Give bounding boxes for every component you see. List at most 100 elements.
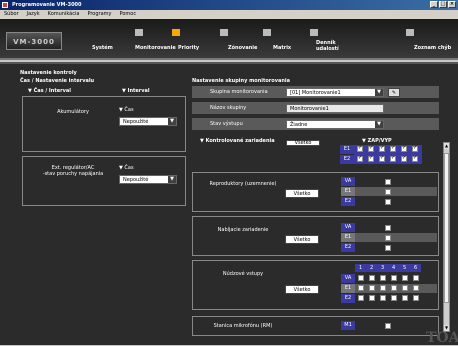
chevron-down-icon: ▼ — [168, 118, 176, 125]
minimize-icon[interactable]: _ — [430, 1, 438, 8]
checkbox[interactable] — [369, 275, 375, 281]
menu-help[interactable]: Pomoc — [120, 10, 137, 19]
menu-programs[interactable]: Programy — [87, 10, 111, 19]
mic-station-section: Stanica mikrofónu (RM) M1 — [192, 316, 439, 336]
speakers-section: Reproduktory (uzemnenie) Všetko VA E1 E2 — [192, 172, 439, 212]
checkbox-grid — [354, 145, 422, 164]
checkbox[interactable] — [390, 155, 396, 162]
checkbox[interactable] — [385, 245, 391, 251]
row-highlight — [355, 187, 437, 196]
output-state-select[interactable]: Žiadne ▼ — [286, 120, 384, 129]
checkbox[interactable] — [390, 145, 396, 152]
checkbox[interactable] — [380, 275, 386, 281]
checkbox[interactable] — [413, 295, 419, 301]
checkbox[interactable] — [401, 155, 407, 162]
checkbox[interactable] — [385, 179, 391, 185]
row-tag-e2: E2 — [341, 197, 355, 206]
checkbox[interactable] — [379, 155, 385, 162]
checkbox[interactable] — [391, 285, 397, 291]
checkbox[interactable] — [413, 275, 419, 281]
speakers-label: Reproduktory (uzemnenie) — [209, 181, 277, 187]
window-titlebar: Programovanie VM-3000 _ □ × — [0, 0, 458, 10]
row-highlight — [355, 233, 437, 242]
scroll-up-icon[interactable]: ▲ — [444, 143, 449, 149]
output-label: Stav výstupu — [210, 121, 243, 127]
scroll-thumb[interactable] — [444, 153, 449, 303]
menu-communication[interactable]: Komunikácia — [48, 10, 80, 19]
checkbox[interactable] — [358, 295, 364, 301]
tab-indicator-active — [172, 29, 180, 36]
checkbox[interactable] — [385, 235, 391, 241]
speakers-all-button[interactable]: Všetko — [285, 189, 319, 198]
name-label: Názov skupiny — [210, 105, 247, 111]
emergency-inputs-section: Núdzové vstupy Všetko 1 2 3 4 5 6 VA E1 … — [192, 260, 439, 310]
main-panel: Nastavenie kontroly Čas / Nastavenie int… — [0, 62, 458, 345]
checkbox[interactable] — [412, 155, 418, 162]
checkbox[interactable] — [358, 285, 364, 291]
checkbox[interactable] — [402, 275, 408, 281]
battery-time-label: ▼ Čas — [119, 107, 134, 113]
monitoring-group-select[interactable]: [01] Monitorovanie1 ▼ — [286, 88, 384, 97]
menu-bar: Súbor Jazyk Komunikácia Programy Pomoc — [0, 10, 458, 19]
checkbox[interactable] — [369, 295, 375, 301]
checkbox[interactable] — [379, 145, 385, 152]
close-icon[interactable]: × — [448, 1, 456, 8]
group-label: Skupina monitorovania — [210, 89, 268, 95]
checkbox[interactable] — [402, 285, 408, 291]
battery-interval-select[interactable]: Nepoužité ▼ — [119, 117, 177, 126]
charger-all-button[interactable]: Všetko — [285, 235, 319, 244]
checkbox[interactable] — [385, 189, 391, 195]
window-title: Programovanie VM-3000 — [12, 2, 82, 8]
toa-logo: TOA — [426, 330, 458, 346]
checkbox[interactable] — [357, 155, 363, 162]
left-subheading: Čas / Nastavenie intervalu — [20, 78, 95, 84]
row-tag-va: VA — [341, 177, 355, 186]
chevron-down-icon: ▼ — [168, 176, 176, 183]
right-heading: Nastavenie skupiny monitorovania — [192, 78, 290, 84]
maximize-icon[interactable]: □ — [439, 1, 447, 8]
checkbox[interactable] — [401, 145, 407, 152]
charger-label: Nabíjacie zariadenie — [217, 227, 269, 233]
emergency-all-button[interactable]: Všetko — [285, 285, 319, 294]
checkbox[interactable] — [357, 145, 363, 152]
battery-label: Akumulátory — [57, 109, 89, 115]
checkbox[interactable] — [402, 295, 408, 301]
row-tag-e2: E2 — [341, 243, 355, 252]
chevron-down-icon: ▼ — [375, 121, 383, 128]
mic-station-label: Stanica mikrofónu (RM) — [213, 323, 273, 329]
checkbox[interactable] — [391, 275, 397, 281]
menu-file[interactable]: Súbor — [4, 10, 19, 19]
vertical-scrollbar[interactable]: ▲ ▼ — [443, 142, 450, 332]
row-tag-e1: E1 — [341, 187, 355, 196]
clear-all-button[interactable]: Všetko — [286, 140, 320, 146]
row-tag-e1: E1 — [341, 233, 355, 242]
checkbox[interactable] — [413, 285, 419, 291]
row-tag-va: VA — [341, 223, 355, 232]
checkbox[interactable] — [369, 285, 375, 291]
ext-time-label: ▼ Čas — [119, 165, 134, 171]
charger-section: Nabíjacie zariadenie Všetko VA E1 E2 — [192, 216, 439, 256]
ext-regulator-group: Ext. regulátor/AC -stav poruchy napájani… — [22, 156, 186, 206]
battery-group: Akumulátory ▼ Čas Nepoužité ▼ — [22, 96, 186, 152]
checkbox[interactable] — [368, 145, 374, 152]
checkbox[interactable] — [412, 145, 418, 152]
checkbox[interactable] — [368, 155, 374, 162]
checkbox[interactable] — [385, 225, 391, 231]
row-tag-va: VA — [341, 274, 355, 283]
checkbox[interactable] — [380, 285, 386, 291]
emergency-label: Núdzové vstupy — [222, 271, 264, 277]
chevron-down-icon: ▼ — [375, 89, 383, 96]
menu-language[interactable]: Jazyk — [27, 10, 40, 19]
checkbox[interactable] — [391, 295, 397, 301]
row-tag-e1: E1 — [341, 284, 355, 293]
tab-indicator — [310, 29, 318, 36]
checkbox[interactable] — [358, 275, 364, 281]
ext-regulator-interval-select[interactable]: Nepoužité ▼ — [119, 175, 177, 184]
checkbox[interactable] — [385, 323, 391, 329]
edit-icon[interactable]: ✎ — [388, 88, 400, 97]
checkbox[interactable] — [380, 295, 386, 301]
group-name-input[interactable]: Monitorovanie1 — [286, 104, 384, 113]
app-icon — [2, 2, 8, 8]
checkbox[interactable] — [385, 199, 391, 205]
devices-label: ▼ Kontrolované zariadenia — [200, 138, 275, 144]
